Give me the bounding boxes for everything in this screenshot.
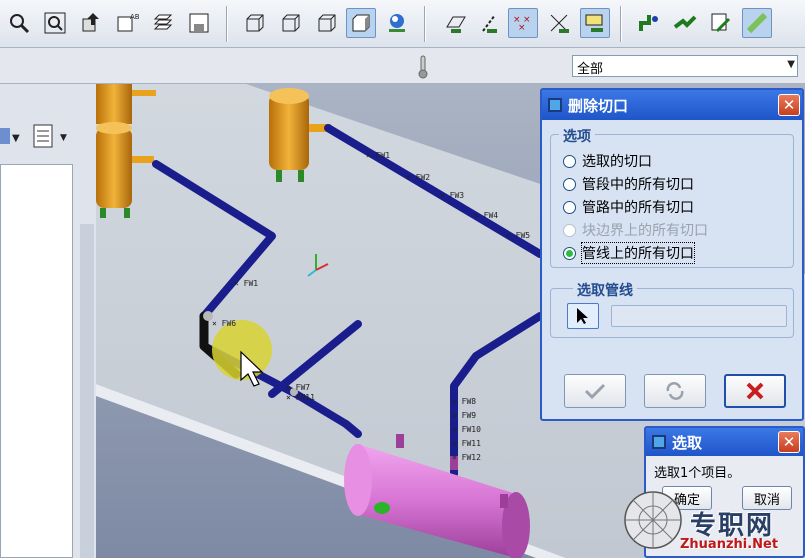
selection-filter-select[interactable]: 全部 ▼ bbox=[572, 55, 798, 77]
hidden-line-icon[interactable] bbox=[276, 8, 306, 38]
main-toolbar: AB × × × bbox=[0, 0, 805, 48]
select-dialog-title: 选取 bbox=[672, 433, 703, 452]
option-label: 选取的切口 bbox=[582, 154, 652, 170]
zoom-icon[interactable] bbox=[4, 8, 34, 38]
svg-text:▼: ▼ bbox=[60, 133, 67, 143]
watermark-logo-icon bbox=[624, 491, 682, 549]
svg-text:× FW4: × FW4 bbox=[474, 211, 498, 220]
pick-pipeline-group: 选取管线 bbox=[550, 280, 794, 338]
filter-bar: 全部 ▼ bbox=[0, 48, 805, 84]
thermometer-icon bbox=[418, 55, 428, 79]
panel-scrollbar[interactable] bbox=[80, 224, 94, 558]
checkmark-icon bbox=[584, 383, 606, 400]
refresh-icon bbox=[666, 382, 684, 400]
svg-text:× FW9: × FW9 bbox=[452, 411, 476, 420]
delete-cuts-dialog: 删除切口 ✕ 选项 选取的切口 管段中的所有切口 管路中的所有切口 块边界上的所… bbox=[540, 88, 804, 421]
option-label: 块边界上的所有切口 bbox=[582, 223, 708, 239]
pick-pipeline-field[interactable] bbox=[611, 305, 787, 327]
options-group: 选项 选取的切口 管段中的所有切口 管路中的所有切口 块边界上的所有切口 管线上… bbox=[550, 126, 794, 268]
points-icon[interactable]: × × × bbox=[508, 8, 538, 38]
svg-text:× FW11: × FW11 bbox=[452, 439, 481, 448]
chevron-down-icon[interactable]: ▼ bbox=[787, 59, 795, 70]
pick-pipeline-label: 选取管线 bbox=[573, 280, 637, 300]
options-group-label: 选项 bbox=[559, 126, 595, 146]
pipe-flow-icon[interactable] bbox=[634, 8, 664, 38]
option-label: 管线上的所有切口 bbox=[581, 242, 695, 264]
svg-text:× FW1: × FW1 bbox=[234, 279, 258, 288]
svg-text:× FW8: × FW8 bbox=[452, 397, 476, 406]
radio-button bbox=[563, 223, 576, 237]
radio-button[interactable] bbox=[563, 154, 576, 168]
option-segment-cuts[interactable]: 管段中的所有切口 bbox=[563, 173, 694, 195]
svg-text:× FW10: × FW10 bbox=[452, 425, 481, 434]
watermark-url: Zhuanzhi.Net bbox=[680, 537, 779, 552]
select-close-button[interactable]: ✕ bbox=[778, 431, 800, 453]
csys-icon[interactable] bbox=[544, 8, 574, 38]
model-tree-list[interactable] bbox=[0, 164, 73, 558]
shaded-icon[interactable] bbox=[346, 8, 376, 38]
svg-text:× FW2: × FW2 bbox=[406, 173, 430, 182]
tree-icon[interactable]: ▼ bbox=[0, 124, 24, 148]
zoom-window-icon[interactable] bbox=[40, 8, 70, 38]
axis-icon[interactable] bbox=[474, 8, 504, 38]
filter-value: 全部 bbox=[577, 62, 604, 77]
option-label: 管路中的所有切口 bbox=[582, 200, 694, 216]
svg-text:× FW7: × FW7 bbox=[286, 383, 310, 392]
cancel-button[interactable] bbox=[724, 374, 786, 408]
no-hidden-icon[interactable] bbox=[312, 8, 342, 38]
radio-button[interactable] bbox=[563, 177, 576, 191]
option-label: 管段中的所有切口 bbox=[582, 177, 694, 193]
svg-text:× FW5: × FW5 bbox=[506, 231, 530, 240]
dialog-titlebar[interactable]: 删除切口 bbox=[542, 90, 802, 120]
pick-arrow-button[interactable] bbox=[567, 303, 599, 329]
svg-text:× FW12: × FW12 bbox=[452, 453, 481, 462]
option-block-boundary-cuts: 块边界上的所有切口 bbox=[563, 219, 708, 241]
spin-center-icon[interactable] bbox=[382, 8, 412, 38]
svg-text:×: × bbox=[518, 23, 526, 33]
dialog-app-icon bbox=[652, 435, 666, 449]
svg-text:× FW1: × FW1 bbox=[366, 151, 390, 160]
ok-button[interactable] bbox=[564, 374, 626, 408]
option-route-cuts[interactable]: 管路中的所有切口 bbox=[563, 196, 694, 218]
svg-text:× FW6: × FW6 bbox=[212, 319, 236, 328]
svg-text:× FW3: × FW3 bbox=[440, 191, 464, 200]
svg-text:▼: ▼ bbox=[12, 133, 20, 144]
pipe-edit-icon[interactable] bbox=[706, 8, 736, 38]
model-tree-panel: ▼ ▼ bbox=[0, 84, 96, 558]
radio-button-checked[interactable] bbox=[563, 246, 576, 260]
cancel-x-icon bbox=[746, 382, 764, 400]
pan-icon[interactable] bbox=[76, 8, 106, 38]
wireframe-icon[interactable] bbox=[240, 8, 270, 38]
plane-icon[interactable] bbox=[440, 8, 470, 38]
pipe-straight-icon[interactable] bbox=[742, 8, 772, 38]
dialog-app-icon bbox=[548, 98, 562, 112]
dialog-title: 删除切口 bbox=[568, 96, 629, 115]
layers-icon[interactable] bbox=[148, 8, 178, 38]
option-pipeline-cuts[interactable]: 管线上的所有切口 bbox=[563, 242, 695, 264]
save-view-icon[interactable] bbox=[184, 8, 214, 38]
named-view-icon[interactable]: AB bbox=[112, 8, 142, 38]
pipe-route-icon[interactable] bbox=[670, 8, 700, 38]
annotation-icon[interactable] bbox=[580, 8, 610, 38]
apply-button[interactable] bbox=[644, 374, 706, 408]
svg-text:AB: AB bbox=[130, 13, 139, 21]
settings-list-icon[interactable]: ▼ bbox=[32, 122, 72, 150]
svg-text:× FN11: × FN11 bbox=[286, 393, 315, 402]
radio-button[interactable] bbox=[563, 200, 576, 214]
select-message: 选取1个项目。 bbox=[654, 466, 741, 481]
pointer-arrow-icon bbox=[577, 308, 588, 324]
option-selected-cuts[interactable]: 选取的切口 bbox=[563, 150, 652, 172]
close-button[interactable]: ✕ bbox=[778, 94, 800, 116]
